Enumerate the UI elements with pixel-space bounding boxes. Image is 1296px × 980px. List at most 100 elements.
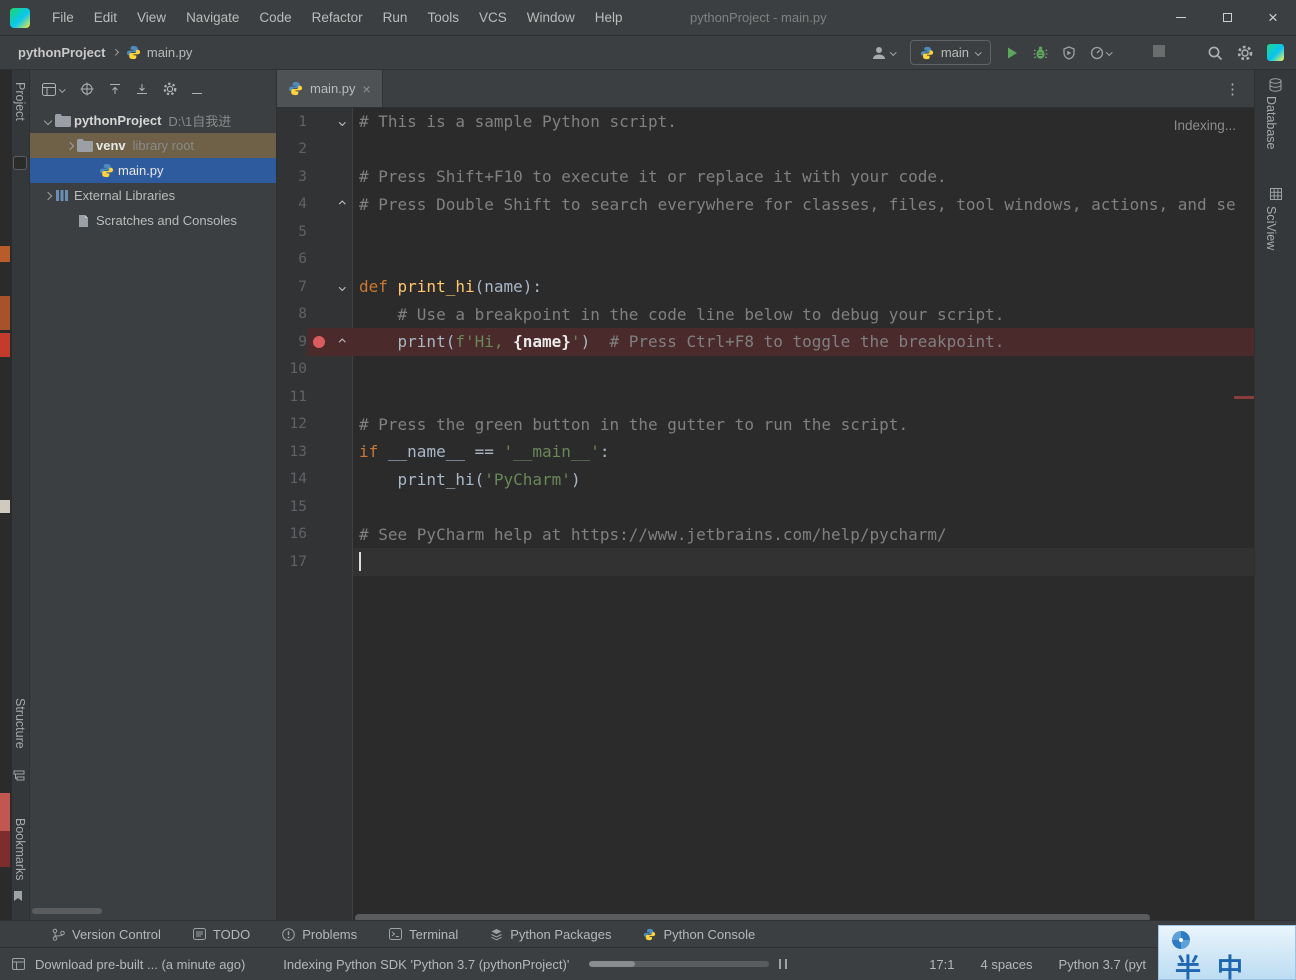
line-number[interactable]: 1 — [277, 108, 307, 136]
status-message[interactable]: Download pre-built ... (a minute ago) — [35, 957, 245, 972]
line-number[interactable]: 8 — [277, 301, 307, 329]
fold-icon[interactable] — [338, 283, 346, 290]
code-line[interactable]: 1 # This is a sample Python script. — [277, 108, 1254, 136]
fold-icon[interactable] — [338, 118, 346, 125]
interpreter-widget[interactable]: Python 3.7 (pyt — [1059, 957, 1146, 972]
breakpoint-icon[interactable] — [313, 335, 325, 348]
breadcrumb-project[interactable]: pythonProject — [18, 45, 105, 60]
tree-chevron[interactable] — [62, 141, 77, 150]
fold-gutter[interactable] — [331, 301, 353, 329]
breakpoint-gutter[interactable] — [307, 493, 331, 521]
sciview-icon[interactable] — [1270, 188, 1282, 200]
code-line[interactable]: 4 # Press Double Shift to search everywhe… — [277, 191, 1254, 219]
pause-indexing-button[interactable] — [779, 957, 788, 972]
code-line[interactable]: 15 — [277, 493, 1254, 521]
editor-horizontal-scrollbar[interactable] — [355, 914, 1150, 920]
breadcrumb-file[interactable]: main.py — [147, 45, 193, 60]
assistant-icon[interactable] — [1267, 44, 1284, 61]
breakpoint-gutter[interactable] — [307, 548, 331, 576]
ime-status-panel[interactable]: 半 中 — [1158, 925, 1296, 980]
code-line[interactable]: 13 if __name__ == '__main__': — [277, 438, 1254, 466]
line-number[interactable]: 13 — [277, 438, 307, 466]
code-line[interactable]: 12 # Press the green button in the gutter… — [277, 411, 1254, 439]
code-line[interactable]: 16 # See PyCharm help at https://www.jetb… — [277, 521, 1254, 549]
code-line[interactable]: 7 def print_hi (name): — [277, 273, 1254, 301]
code-line[interactable]: 14 print_hi('PyCharm') — [277, 466, 1254, 494]
fold-gutter[interactable] — [331, 273, 353, 301]
line-number[interactable]: 16 — [277, 521, 307, 549]
hide-panel-button[interactable] — [191, 82, 202, 97]
toolwindow-button-python-console[interactable]: Python Console — [643, 927, 755, 942]
ime-char-ban[interactable]: 半 — [1175, 948, 1201, 980]
run-configuration-selector[interactable]: main — [909, 40, 991, 65]
search-everywhere-button[interactable] — [1207, 45, 1223, 61]
code-line[interactable]: 8 # Use a breakpoint in the code line be… — [277, 301, 1254, 329]
panel-settings-button[interactable] — [163, 82, 177, 96]
menu-file[interactable]: File — [42, 0, 84, 35]
menu-help[interactable]: Help — [585, 0, 633, 35]
line-number[interactable]: 6 — [277, 246, 307, 274]
fold-gutter[interactable] — [331, 218, 353, 246]
menu-edit[interactable]: Edit — [84, 0, 127, 35]
run-with-coverage-button[interactable] — [1062, 45, 1076, 60]
tool-button-bookmarks[interactable]: Bookmarks — [13, 818, 27, 881]
breakpoint-gutter[interactable] — [307, 466, 331, 494]
menu-navigate[interactable]: Navigate — [176, 0, 249, 35]
menu-window[interactable]: Window — [517, 0, 585, 35]
line-number[interactable]: 4 — [277, 191, 307, 219]
expand-all-button[interactable] — [109, 83, 121, 95]
fold-gutter[interactable] — [331, 246, 353, 274]
code-line[interactable]: 6 — [277, 246, 1254, 274]
breakpoint-gutter[interactable] — [307, 191, 331, 219]
tree-item-external-libraries[interactable]: External Libraries — [30, 183, 276, 208]
fold-gutter[interactable] — [331, 108, 353, 136]
run-button[interactable] — [1005, 46, 1019, 60]
project-view-selector[interactable] — [42, 82, 66, 96]
fold-gutter[interactable] — [331, 163, 353, 191]
menu-tools[interactable]: Tools — [417, 0, 469, 35]
fold-icon[interactable] — [338, 338, 346, 345]
tree-chevron[interactable] — [40, 116, 55, 125]
breakpoint-gutter[interactable] — [307, 218, 331, 246]
breakpoint-gutter[interactable] — [307, 328, 331, 356]
breakpoint-gutter[interactable] — [307, 136, 331, 164]
editor-tab-main-py[interactable]: main.py × — [277, 70, 383, 107]
fold-icon[interactable] — [338, 201, 346, 208]
breakpoint-gutter[interactable] — [307, 438, 331, 466]
fold-gutter[interactable] — [331, 438, 353, 466]
layout-status-icon[interactable] — [12, 958, 25, 970]
breakpoint-gutter[interactable] — [307, 411, 331, 439]
breakpoint-gutter[interactable] — [307, 356, 331, 384]
collapse-all-button[interactable] — [136, 83, 148, 95]
settings-button[interactable] — [1237, 45, 1253, 61]
breakpoint-gutter[interactable] — [307, 273, 331, 301]
menu-view[interactable]: View — [127, 0, 176, 35]
line-number[interactable]: 14 — [277, 466, 307, 494]
fold-gutter[interactable] — [331, 356, 353, 384]
tool-button-project[interactable]: Project — [13, 82, 27, 121]
line-number[interactable]: 17 — [277, 548, 307, 576]
tree-item-venv[interactable]: venv library root — [30, 133, 276, 158]
debug-button[interactable] — [1033, 45, 1048, 60]
code-line[interactable]: 11 — [277, 383, 1254, 411]
minimize-button[interactable] — [1158, 0, 1204, 35]
breakpoint-gutter[interactable] — [307, 383, 331, 411]
line-number[interactable]: 11 — [277, 383, 307, 411]
tool-button-database[interactable]: Database — [1264, 96, 1278, 150]
fold-gutter[interactable] — [331, 328, 353, 356]
fold-gutter[interactable] — [331, 191, 353, 219]
project-horizontal-scrollbar[interactable] — [32, 908, 102, 914]
fold-gutter[interactable] — [331, 493, 353, 521]
fold-gutter[interactable] — [331, 521, 353, 549]
fold-gutter[interactable] — [331, 466, 353, 494]
error-stripe-breakpoint-mark[interactable] — [1234, 396, 1254, 399]
tree-item-main-py[interactable]: main.py — [30, 158, 276, 183]
code-line[interactable]: 17 — [277, 548, 1254, 576]
menu-code[interactable]: Code — [249, 0, 301, 35]
toolwindow-button-python-packages[interactable]: Python Packages — [490, 927, 611, 942]
code-line[interactable]: 3 # Press Shift+F10 to execute it or repl… — [277, 163, 1254, 191]
code-line[interactable]: 2 — [277, 136, 1254, 164]
user-menu-button[interactable] — [871, 45, 897, 61]
line-number[interactable]: 15 — [277, 493, 307, 521]
line-number[interactable]: 9 — [277, 328, 307, 356]
